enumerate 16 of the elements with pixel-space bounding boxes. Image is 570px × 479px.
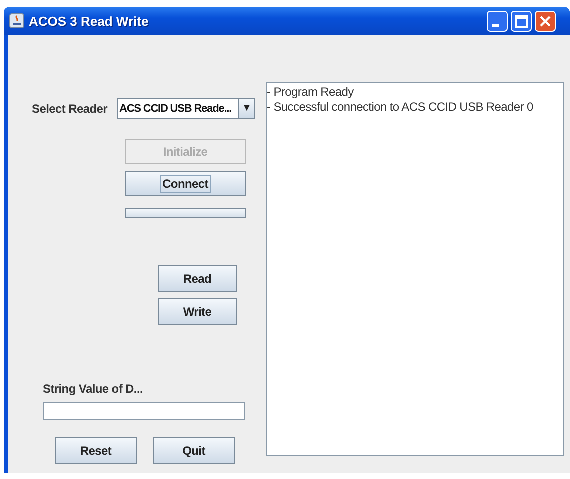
log-line: - Program Ready — [267, 85, 354, 100]
window-title: ACOS 3 Read Write — [29, 14, 149, 28]
quit-button[interactable]: Quit — [153, 437, 235, 464]
log-line: - Successful connection to ACS CCID USB Reader 0 — [267, 100, 534, 115]
string-value-field[interactable] — [43, 402, 245, 420]
close-button[interactable] — [535, 10, 556, 32]
reset-button[interactable]: Reset — [55, 437, 137, 464]
maximize-button[interactable] — [511, 10, 532, 32]
reader-label: Select Reader — [32, 102, 108, 116]
string-value-label: String Value of D... — [43, 382, 144, 396]
read-button[interactable]: Read — [158, 265, 237, 292]
connect-button[interactable]: Connect — [125, 171, 246, 196]
app-icon — [9, 13, 25, 29]
minimize-button[interactable] — [487, 10, 508, 32]
reader-dropdown[interactable]: ACS CCID USB Reade... ▼ — [117, 98, 256, 119]
write-button[interactable]: Write — [158, 298, 237, 325]
